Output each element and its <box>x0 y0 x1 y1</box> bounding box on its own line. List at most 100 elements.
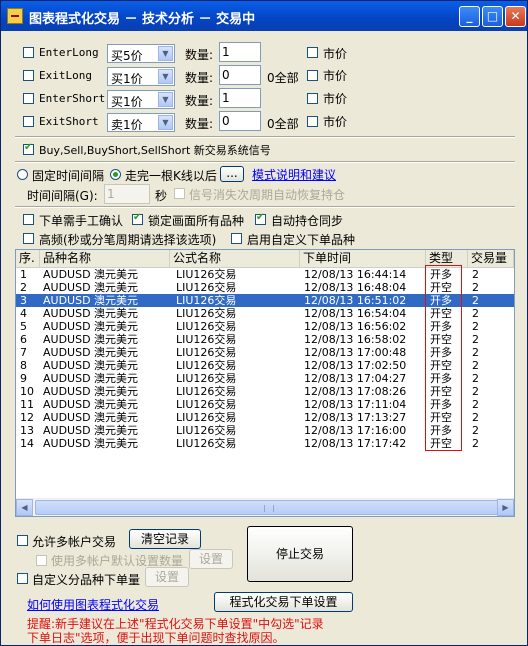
cell-type: 开多 <box>430 424 452 437</box>
cell-time: 12/08/13 16:56:02 <box>304 320 407 333</box>
cell-type: 开多 <box>430 268 452 281</box>
enterlong-market-checkbox[interactable] <box>307 47 318 58</box>
cell-qty: 2 <box>472 411 479 424</box>
use-default-qty-checkbox[interactable] <box>36 555 47 566</box>
cell-variety: AUDUSD 澳元美元 <box>43 268 139 281</box>
high-freq-checkbox[interactable] <box>23 233 34 244</box>
minimize-button[interactable]: _ <box>459 6 480 27</box>
entershort-price-select[interactable]: 买1价 ▼ <box>107 90 175 109</box>
order-settings-button[interactable]: 程式化交易下单设置 <box>214 592 353 612</box>
interval-input[interactable]: 1 <box>104 184 150 204</box>
column-header-no[interactable]: 序. <box>16 250 40 267</box>
cell-formula: LIU126交易 <box>176 359 237 372</box>
exitshort-market-checkbox[interactable] <box>307 116 318 127</box>
entershort-qty-input[interactable]: 1 <box>219 88 261 108</box>
table-row[interactable]: 11 AUDUSD 澳元美元 LIU126交易 12/08/13 17:11:04 开多… <box>16 398 514 411</box>
table-row[interactable]: 4 AUDUSD 澳元美元 LIU126交易 12/08/13 16:54:04 开空 2 <box>16 307 514 320</box>
column-header-time[interactable]: 下单时间 <box>300 250 426 267</box>
cell-time: 12/08/13 16:51:02 <box>304 294 407 307</box>
exitshort-checkbox[interactable] <box>23 116 34 127</box>
enterlong-checkbox[interactable] <box>23 47 34 58</box>
order-log-table[interactable]: 序. 品种名称 公式名称 下单时间 类型 交易量 1 AUDUSD 澳元美元 LIU… <box>15 249 515 517</box>
lock-all-checkbox[interactable] <box>132 212 143 225</box>
maximize-button[interactable]: □ <box>482 6 503 27</box>
table-row[interactable]: 14 AUDUSD 澳元美元 LIU126交易 12/08/13 17:17:42 开空… <box>16 437 514 450</box>
cell-variety: AUDUSD 澳元美元 <box>43 359 139 372</box>
table-row[interactable]: 3 AUDUSD 澳元美元 LIU126交易 12/08/13 16:51:02 开多 2 <box>16 294 514 307</box>
table-row[interactable]: 12 AUDUSD 澳元美元 LIU126交易 12/08/13 17:13:27 开空… <box>16 411 514 424</box>
cell-variety: AUDUSD 澳元美元 <box>43 424 139 437</box>
default-qty-settings-button[interactable]: 设置 <box>189 549 233 569</box>
exitshort-price-select[interactable]: 卖1价 ▼ <box>107 113 175 132</box>
exitshort-qty-input[interactable]: 0 <box>219 111 261 131</box>
howto-link[interactable]: 如何使用图表程式化交易 <box>27 596 159 613</box>
cell-time: 12/08/13 16:44:14 <box>304 268 407 281</box>
app-window: 图表程式化交易 － 技术分析 － 交易中 _ □ ✕ EnterLong 买5价… <box>0 0 528 646</box>
enterlong-label: EnterLong <box>39 46 99 59</box>
scroll-left-arrow-icon[interactable]: ◀ <box>16 499 33 516</box>
ellipsis-button[interactable]: ... <box>220 166 244 182</box>
cell-qty: 2 <box>472 359 479 372</box>
cell-time: 12/08/13 17:16:00 <box>304 424 407 437</box>
exitshort-market-label: 市价 <box>323 115 348 129</box>
column-header-qty[interactable]: 交易量 <box>468 250 514 267</box>
title-bar[interactable]: 图表程式化交易 － 技术分析 － 交易中 _ □ ✕ <box>1 1 527 31</box>
table-row[interactable]: 5 AUDUSD 澳元美元 LIU126交易 12/08/13 16:56:02 开多 2 <box>16 320 514 333</box>
table-row[interactable]: 6 AUDUSD 澳元美元 LIU126交易 12/08/13 16:58:02 开空 2 <box>16 333 514 346</box>
table-row[interactable]: 7 AUDUSD 澳元美元 LIU126交易 12/08/13 17:00:48 开多 2 <box>16 346 514 359</box>
enterlong-qty-input[interactable]: 1 <box>219 42 261 62</box>
cell-no: 8 <box>20 359 27 372</box>
cell-variety: AUDUSD 澳元美元 <box>43 372 139 385</box>
auto-sync-label: 自动持仓同步 <box>271 214 344 228</box>
column-header-variety[interactable]: 品种名称 <box>40 250 170 267</box>
custom-variety-checkbox[interactable] <box>231 233 242 244</box>
variety-qty-settings-button[interactable]: 设置 <box>145 567 189 587</box>
cell-variety: AUDUSD 澳元美元 <box>43 437 139 450</box>
table-row[interactable]: 2 AUDUSD 澳元美元 LIU126交易 12/08/13 16:48:04 开空 2 <box>16 281 514 294</box>
cell-qty: 2 <box>472 307 479 320</box>
fixed-interval-radio[interactable] <box>17 169 28 180</box>
stop-trading-button[interactable]: 停止交易 <box>247 526 353 582</box>
signal-checkbox[interactable] <box>23 142 34 155</box>
table-row[interactable]: 10 AUDUSD 澳元美元 LIU126交易 12/08/13 17:08:26 开空… <box>16 385 514 398</box>
cell-time: 12/08/13 16:54:04 <box>304 307 407 320</box>
close-button[interactable]: ✕ <box>505 6 526 27</box>
signal-label: Buy,Sell,BuyShort,SellShort 新交易系统信号 <box>39 144 271 157</box>
cell-qty: 2 <box>472 320 479 333</box>
entershort-checkbox[interactable] <box>23 93 34 104</box>
chevron-down-icon: ▼ <box>158 69 173 84</box>
cell-no: 7 <box>20 346 27 359</box>
exitshort-price-value: 卖1价 <box>111 118 143 132</box>
cell-type: 开多 <box>430 398 452 411</box>
cell-qty: 2 <box>472 372 479 385</box>
exitlong-checkbox[interactable] <box>23 70 34 81</box>
clear-records-button[interactable]: 清空记录 <box>129 529 201 549</box>
exitlong-market-checkbox[interactable] <box>307 70 318 81</box>
table-row[interactable]: 8 AUDUSD 澳元美元 LIU126交易 12/08/13 17:02:50 开空 2 <box>16 359 514 372</box>
bar-close-radio[interactable] <box>110 169 121 180</box>
auto-recover-checkbox[interactable] <box>174 188 185 199</box>
cell-variety: AUDUSD 澳元美元 <box>43 281 139 294</box>
scroll-thumb[interactable] <box>35 500 498 515</box>
cell-formula: LIU126交易 <box>176 346 237 359</box>
table-row[interactable]: 9 AUDUSD 澳元美元 LIU126交易 12/08/13 17:04:27 开多 2 <box>16 372 514 385</box>
exitlong-price-select[interactable]: 买1价 ▼ <box>107 67 175 86</box>
auto-sync-checkbox[interactable] <box>255 212 266 225</box>
cell-variety: AUDUSD 澳元美元 <box>43 320 139 333</box>
column-header-type[interactable]: 类型 <box>426 250 468 267</box>
table-row[interactable]: 13 AUDUSD 澳元美元 LIU126交易 12/08/13 17:16:00 开多… <box>16 424 514 437</box>
manual-confirm-checkbox[interactable] <box>23 214 34 225</box>
custom-variety-qty-checkbox[interactable] <box>17 573 28 584</box>
enterlong-price-select[interactable]: 买5价 ▼ <box>107 44 175 63</box>
manual-confirm-label: 下单需手工确认 <box>39 214 124 228</box>
horizontal-scrollbar[interactable]: ◀ ▶ <box>16 498 514 516</box>
table-row[interactable]: 1 AUDUSD 澳元美元 LIU126交易 12/08/13 16:44:14 开多 2 <box>16 268 514 281</box>
allow-multi-account-checkbox[interactable] <box>17 535 28 546</box>
column-header-formula[interactable]: 公式名称 <box>170 250 300 267</box>
mode-explain-link[interactable]: 模式说明和建议 <box>252 166 336 183</box>
divider <box>15 161 515 163</box>
cell-qty: 2 <box>472 398 479 411</box>
scroll-right-arrow-icon[interactable]: ▶ <box>497 499 514 516</box>
exitlong-qty-input[interactable]: 0 <box>219 65 261 85</box>
entershort-market-checkbox[interactable] <box>307 93 318 104</box>
